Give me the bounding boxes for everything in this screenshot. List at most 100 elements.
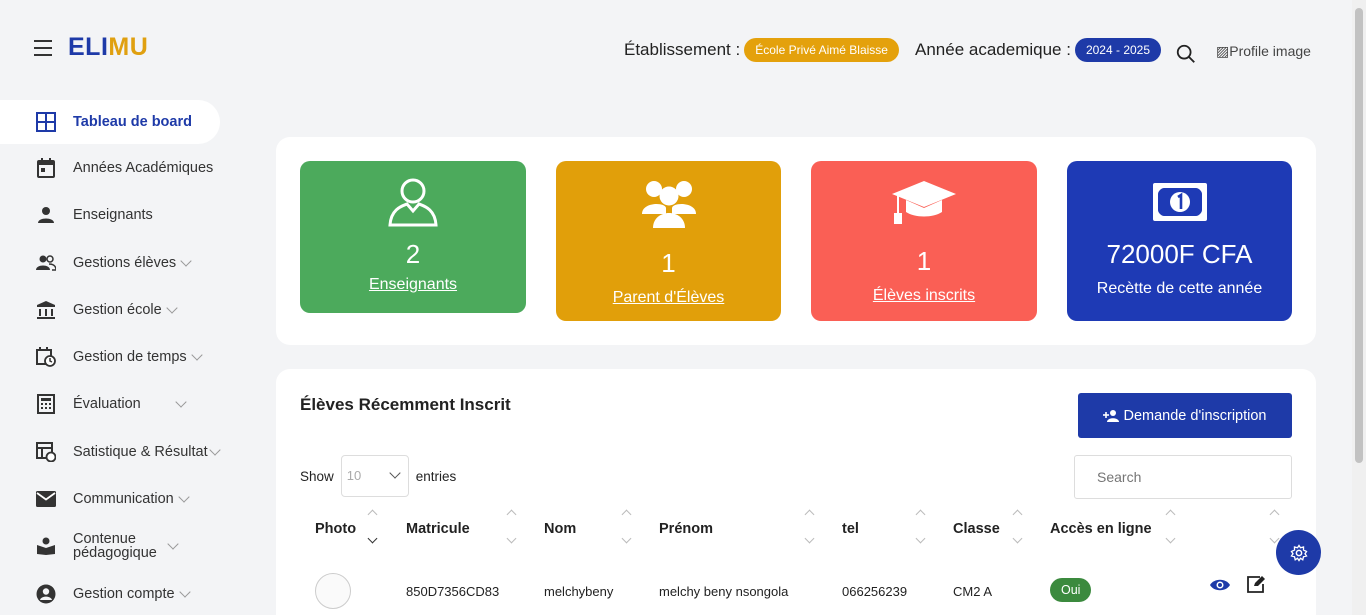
stat-link-eleves[interactable]: Élèves inscrits <box>811 287 1037 305</box>
stat-value: 2 <box>405 239 421 269</box>
page-scrollbar[interactable] <box>1352 0 1366 615</box>
stat-enseignants: 2 Enseignants <box>300 161 526 313</box>
column-header-prenom[interactable]: Prénom <box>659 521 713 537</box>
button-label: Demande d'inscription <box>1123 407 1267 424</box>
sort-icon[interactable] <box>621 509 633 544</box>
search-input[interactable] <box>1074 455 1292 499</box>
settings-button[interactable] <box>1276 530 1321 575</box>
broken-image-icon: ▨ <box>1216 43 1230 59</box>
add-user-icon <box>1103 409 1120 422</box>
sort-icon[interactable] <box>804 509 816 544</box>
sidebar-item-annees[interactable]: Années Académiques <box>0 146 240 190</box>
demande-inscription-button[interactable]: Demande d'inscription <box>1078 393 1292 438</box>
sidebar-item-communication[interactable]: Communication <box>0 477 240 521</box>
entries-select[interactable]: 10 <box>340 455 409 497</box>
column-header-acces[interactable]: Accès en ligne <box>1050 521 1152 537</box>
teacher-icon <box>388 178 438 227</box>
stat-value: 1 <box>916 246 932 276</box>
sort-icon[interactable] <box>506 509 518 544</box>
column-header-tel[interactable]: tel <box>842 521 859 537</box>
annee-info: Année academique : 2024 - 2025 <box>915 38 1162 62</box>
sidebar-item-statistique[interactable]: Satistique & Résultat <box>0 430 240 474</box>
chevron-down-icon <box>175 396 187 409</box>
sidebar-item-gestion-ecole[interactable]: Gestion école <box>0 288 240 332</box>
search-icon[interactable] <box>1175 43 1197 65</box>
sidebar-item-contenue[interactable]: Contenue pédagogique <box>0 524 240 568</box>
sidebar-item-gestion-temps[interactable]: Gestion de temps <box>0 335 240 379</box>
statistics-icon <box>36 441 56 462</box>
group-icon <box>36 253 56 273</box>
sort-icon[interactable] <box>1269 509 1281 544</box>
stat-eleves: 1 Élèves inscrits <box>811 161 1037 321</box>
book-icon <box>36 536 56 556</box>
recent-students-card: Élèves Récemment Inscrit Demande d'inscr… <box>276 369 1316 615</box>
show-label: Show <box>300 468 334 484</box>
stat-label-recette: Recètte de cette année <box>1096 280 1263 297</box>
sidebar-item-label: Gestions élèves <box>73 254 177 271</box>
cell-nom: melchybeny <box>544 584 614 599</box>
chevron-down-icon <box>178 491 190 503</box>
student-photo <box>315 573 351 609</box>
column-header-photo[interactable]: Photo <box>315 521 356 537</box>
stats-card: 2 Enseignants 1 Parent d'Élèves 1 Élèves… <box>276 137 1316 345</box>
stat-parents: 1 Parent d'Élèves <box>556 161 781 321</box>
etablissement-label: Établissement : <box>624 40 741 59</box>
stat-link-parents[interactable]: Parent d'Élèves <box>556 289 781 307</box>
profile-image[interactable]: ▨Profile image <box>1216 43 1311 60</box>
sidebar-item-evaluation[interactable]: Évaluation <box>0 382 240 426</box>
section-title: Élèves Récemment Inscrit <box>300 395 511 414</box>
cell-prenom: melchy beny nsongola <box>659 584 789 599</box>
sidebar-item-dashboard[interactable]: Tableau de board <box>0 100 220 144</box>
sort-icon[interactable] <box>367 509 379 544</box>
column-header-matricule[interactable]: Matricule <box>406 521 470 537</box>
gear-icon <box>1289 543 1308 562</box>
schedule-icon <box>36 347 56 368</box>
chevron-down-icon <box>389 467 401 479</box>
bank-icon <box>36 300 56 320</box>
entries-label: entries <box>415 468 457 484</box>
money-icon <box>1152 183 1207 221</box>
sidebar-item-label: Années Académiques <box>73 160 214 176</box>
chevron-down-icon <box>178 586 191 598</box>
column-header-nom[interactable]: Nom <box>544 521 576 537</box>
sidebar-item-enseignants[interactable]: Enseignants <box>0 193 240 237</box>
sidebar-item-gestions-eleves[interactable]: Gestions élèves <box>0 241 240 285</box>
parents-icon <box>641 181 696 228</box>
annee-label: Année academique : <box>915 40 1071 59</box>
stat-recette: 72000F CFA Recètte de cette année <box>1067 161 1292 321</box>
graduation-cap-icon <box>892 181 956 224</box>
account-icon <box>36 584 56 604</box>
edit-icon[interactable] <box>1247 576 1265 593</box>
sidebar-item-label: Gestion de temps <box>73 349 187 366</box>
app-logo[interactable]: ELIMU <box>68 33 148 62</box>
stat-value: 1 <box>661 248 676 278</box>
sidebar-item-label: Gestion école <box>73 301 162 318</box>
chevron-down-icon <box>190 349 203 361</box>
sidebar-item-gestion-compte[interactable]: Gestion compte <box>0 572 240 615</box>
dashboard-icon <box>36 112 56 132</box>
status-badge: Oui <box>1050 578 1092 602</box>
sidebar-item-label: Contenue pédagogique <box>73 531 157 562</box>
stat-link-enseignants[interactable]: Enseignants <box>300 276 526 294</box>
chevron-down-icon <box>166 302 178 314</box>
sort-icon[interactable] <box>1012 509 1024 544</box>
stat-value: 72000F CFA <box>1106 239 1253 269</box>
sidebar-item-label: Gestion compte <box>73 585 175 602</box>
scrollbar-thumb[interactable] <box>1355 8 1363 463</box>
view-icon[interactable] <box>1210 578 1230 592</box>
sidebar-item-label: Tableau de board <box>73 114 192 130</box>
calculator-icon <box>36 394 56 415</box>
annee-badge: 2024 - 2025 <box>1074 38 1162 62</box>
etablissement-badge: École Privé Aimé Blaisse <box>744 38 899 62</box>
column-header-classe[interactable]: Classe <box>953 521 1000 537</box>
cell-matricule: 850D7356CD83 <box>406 584 500 599</box>
chevron-down-icon <box>167 538 179 551</box>
chevron-down-icon <box>208 444 221 456</box>
menu-icon[interactable] <box>34 40 52 56</box>
sort-icon[interactable] <box>915 509 927 544</box>
cell-tel: 066256239 <box>842 584 908 599</box>
sort-icon[interactable] <box>1165 509 1177 544</box>
cell-classe: CM2 A <box>953 584 993 599</box>
page-length-control: Show 10 entries <box>300 455 456 497</box>
etablissement-info: Établissement : École Privé Aimé Blaisse <box>624 38 899 62</box>
